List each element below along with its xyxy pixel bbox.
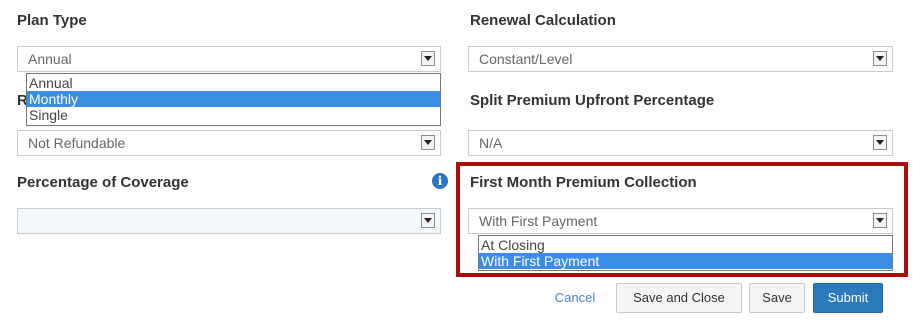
percentage-of-coverage-select[interactable]	[17, 208, 441, 234]
split-premium-label: Split Premium Upfront Percentage	[470, 92, 715, 109]
annotation-highlight-box	[456, 162, 908, 277]
plan-type-dropdown[interactable]: Annual Monthly Single	[26, 73, 441, 126]
info-icon[interactable]: i	[432, 173, 448, 189]
save-and-close-button[interactable]: Save and Close	[616, 283, 742, 313]
refund-select[interactable]: Not Refundable	[17, 130, 441, 156]
refund-value: Not Refundable	[28, 135, 126, 151]
save-button[interactable]: Save	[749, 283, 805, 313]
plan-type-select[interactable]: Annual	[17, 46, 441, 72]
cancel-button[interactable]: Cancel	[543, 283, 607, 313]
renewal-calculation-value: Constant/Level	[479, 51, 573, 67]
split-premium-value: N/A	[479, 135, 503, 151]
plan-type-option-monthly[interactable]: Monthly	[27, 91, 440, 107]
percentage-of-coverage-label: Percentage of Coverage	[17, 174, 189, 191]
split-premium-select[interactable]: N/A	[468, 130, 893, 156]
plan-type-value: Annual	[28, 51, 72, 67]
chevron-down-icon[interactable]	[421, 51, 435, 66]
chevron-down-icon[interactable]	[421, 213, 435, 228]
plan-type-option-single[interactable]: Single	[27, 107, 440, 123]
submit-button[interactable]: Submit	[813, 283, 883, 313]
plan-type-option-annual[interactable]: Annual	[27, 75, 440, 91]
chevron-down-icon[interactable]	[873, 51, 887, 66]
plan-type-label: Plan Type	[17, 12, 87, 29]
renewal-calculation-select[interactable]: Constant/Level	[468, 46, 893, 72]
renewal-calculation-label: Renewal Calculation	[470, 12, 616, 29]
chevron-down-icon[interactable]	[873, 135, 887, 150]
chevron-down-icon[interactable]	[421, 135, 435, 150]
